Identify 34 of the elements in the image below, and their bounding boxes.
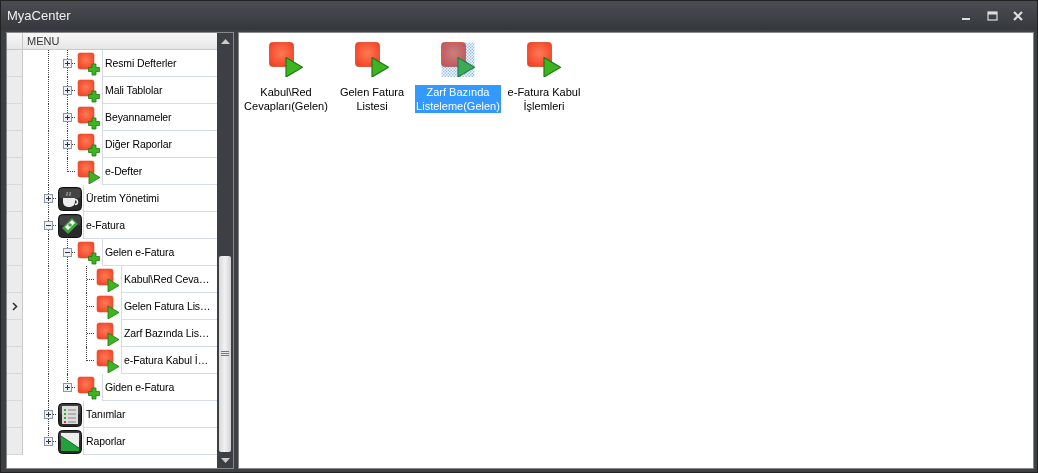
expand-icon[interactable] [63, 59, 72, 68]
expand-icon[interactable] [44, 410, 53, 419]
module-add-icon [77, 375, 101, 400]
invoice-icon [58, 213, 82, 238]
column-header: MENU [26, 34, 60, 49]
row-indicator[interactable] [7, 293, 23, 320]
maximize-icon[interactable] [986, 10, 998, 21]
scrollbar-thumb[interactable] [219, 256, 231, 452]
expand-icon[interactable] [63, 113, 72, 122]
expand-icon[interactable] [63, 86, 72, 95]
module-add-icon [77, 240, 101, 265]
close-icon[interactable] [1013, 10, 1023, 21]
module-add-icon [77, 132, 101, 157]
module-label[interactable]: Gelen Fatura Listesi [329, 85, 415, 113]
expand-icon[interactable] [63, 140, 72, 149]
collapse-icon[interactable] [63, 248, 72, 257]
module-run-icon [77, 159, 101, 184]
module-label[interactable]: Kabul\Red Cevapları(Gelen) [243, 85, 329, 113]
collapse-icon[interactable] [44, 221, 53, 230]
expand-icon[interactable] [44, 437, 53, 446]
module-add-icon [77, 78, 101, 103]
cup-icon [58, 186, 82, 211]
module-run-icon [96, 267, 120, 292]
window-title: MyaCenter [7, 8, 72, 23]
expand-icon[interactable] [63, 383, 72, 392]
chart-icon [58, 429, 82, 454]
module-run-icon [96, 321, 120, 346]
module-run-icon [96, 294, 120, 319]
checklist-icon [58, 402, 82, 427]
module-label[interactable]: e-Fatura Kabul İşlemleri [501, 85, 587, 113]
module-run-icon [96, 348, 120, 373]
module-add-icon [77, 51, 101, 76]
module-add-icon [77, 105, 101, 130]
expand-icon[interactable] [44, 194, 53, 203]
